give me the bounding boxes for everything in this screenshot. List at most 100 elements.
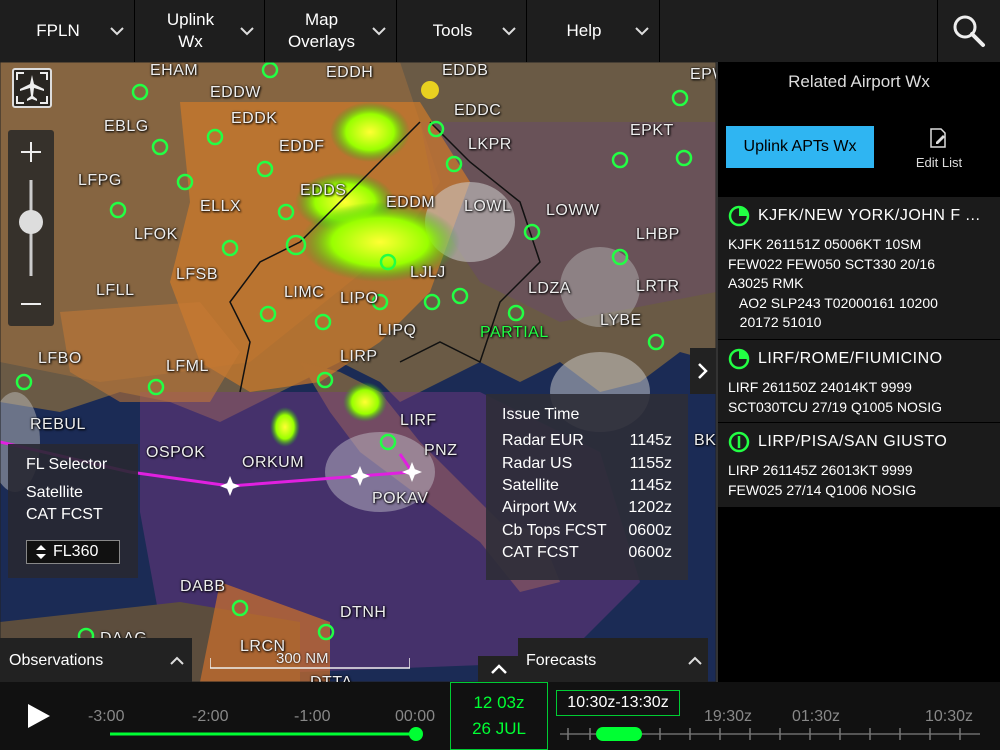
map-airport-label: LYBE: [600, 312, 642, 329]
forecasts-label: Forecasts: [526, 652, 597, 669]
airplane-icon: [16, 72, 48, 104]
map-airport-label: ORKUM: [242, 454, 305, 471]
map-airport-label: LIRF: [400, 412, 437, 429]
map-airport-label: LFLL: [96, 282, 135, 299]
timeline-tick: -1:00: [294, 708, 331, 725]
zoom-slider[interactable]: [8, 174, 54, 282]
weather-map[interactable]: EHAM EDDH EDDB EPWA EDDW EDDK EBLG EDDF …: [0, 62, 716, 682]
airport-metar: LIRF 261150Z 24014KT 9999 SCT030TCU 27/1…: [728, 379, 942, 415]
menu-uplink-wx[interactable]: Uplink Wx: [135, 0, 265, 62]
menu-map-overlays-label: Map Overlays: [287, 10, 356, 51]
partial-label: PARTIAL: [480, 324, 549, 341]
plus-icon: [21, 142, 41, 162]
current-date: 26 JUL: [472, 719, 526, 738]
scale-bar: 300 NM: [209, 650, 411, 674]
observations-panel-toggle[interactable]: Observations: [0, 638, 192, 682]
map-airport-label: EPWA: [690, 66, 716, 83]
observations-label: Observations: [9, 652, 104, 669]
airport-wx-card[interactable]: LIRP/PISA/SAN GIUSTO LIRP 261145Z 26013K…: [718, 422, 1000, 507]
menu-tools[interactable]: Tools: [397, 0, 527, 62]
airport-name: LIRP/PISA/SAN GIUSTO: [758, 433, 948, 450]
flight-level-select[interactable]: FL360: [26, 540, 120, 564]
issue-time-row: Radar US 1155z: [502, 455, 672, 472]
edit-icon: [930, 128, 946, 148]
map-airport-label: EBLG: [104, 118, 149, 135]
expand-bottom-button[interactable]: [478, 656, 520, 682]
fl-selector-panel: FL Selector Satellite CAT FCST FL360: [8, 444, 138, 578]
zoom-out-button[interactable]: [8, 282, 54, 326]
issue-time-panel: Issue Time Radar EUR 1145z Radar US 1155z …: [486, 394, 688, 580]
forecasts-panel-toggle[interactable]: Forecasts: [518, 638, 708, 682]
timeline-tick: -2:00: [192, 708, 229, 725]
current-time-display[interactable]: 12 03z 26 JUL: [450, 682, 548, 750]
fl-selector-title: FL Selector: [26, 456, 108, 473]
search-button[interactable]: [937, 0, 1000, 62]
forecast-time-slider[interactable]: [560, 722, 990, 746]
map-airport-label: EDDK: [231, 110, 278, 127]
chevron-up-icon: [688, 656, 702, 665]
map-airport-label: LKPR: [468, 136, 512, 153]
map-airport-label: REBUL: [30, 416, 86, 433]
current-time: 12 03z: [473, 693, 525, 712]
airport-wx-card[interactable]: LIRF/ROME/FIUMICINO LIRF 261150Z 24014KT…: [718, 339, 1000, 422]
wx-condition-icon: [728, 205, 750, 227]
map-airport-label: EDDB: [442, 62, 489, 79]
map-airport-label: EDDW: [210, 84, 261, 101]
uplink-apts-wx-button[interactable]: Uplink APTs Wx: [726, 126, 874, 168]
zoom-control: [8, 130, 54, 326]
menu-help[interactable]: Help: [527, 0, 660, 62]
map-airport-label: ELLX: [200, 198, 242, 215]
edit-list-button[interactable]: Edit List: [904, 126, 974, 170]
menu-fpln-label: FPLN: [36, 21, 80, 40]
map-airport-label: EPKT: [630, 122, 674, 139]
timeline-tick: 00:00: [395, 708, 436, 725]
edit-list-label: Edit List: [915, 155, 963, 170]
chevron-down-icon: [635, 27, 649, 36]
play-button[interactable]: [0, 682, 76, 750]
fl-selector-layer: Satellite: [26, 484, 83, 501]
airport-metar: LIRP 261145Z 26013KT 9999 FEW025 27/14 Q…: [728, 462, 917, 498]
map-airport-label: DTNH: [340, 604, 387, 621]
map-airport-label: EDDM: [386, 194, 436, 211]
map-airport-label: LFBO: [38, 350, 82, 367]
map-airport-label: EDDC: [454, 102, 502, 119]
issue-time-title: Issue Time: [502, 406, 580, 423]
map-airport-label: LFOK: [134, 226, 178, 243]
wx-condition-icon: [728, 348, 750, 370]
map-airport-label: LRTR: [636, 278, 680, 295]
flight-level-value: FL360: [53, 543, 99, 560]
zoom-in-button[interactable]: [8, 130, 54, 174]
airport-wx-card[interactable]: KJFK/NEW YORK/JOHN F ... KJFK 261151Z 05…: [718, 196, 1000, 339]
map-airport-label: BKPR: [694, 432, 716, 449]
center-aircraft-button[interactable]: [12, 68, 52, 108]
map-airport-label: POKAV: [372, 490, 429, 507]
map-airport-label: DABB: [180, 578, 226, 595]
issue-time-row: Cb Tops FCST 0600z: [502, 522, 672, 539]
menu-help-label: Help: [566, 21, 602, 40]
menu-fpln[interactable]: FPLN: [0, 0, 135, 62]
chevron-right-icon: [698, 363, 708, 379]
timeline-bar: -3:00 -2:00 -1:00 00:00 12 03z 26 JUL 10…: [0, 682, 1000, 750]
map-airport-label: LOWW: [546, 202, 600, 219]
chevron-down-icon: [110, 27, 124, 36]
scale-label: 300 NM: [276, 650, 329, 667]
map-airport-label: LHBP: [636, 226, 680, 243]
map-airport-label: LDZA: [528, 280, 571, 297]
issue-time-row: CAT FCST 0600z: [502, 544, 672, 561]
menu-uplink-wx-label: Uplink Wx: [166, 10, 215, 51]
related-airport-wx-panel: Related Airport Wx Uplink APTs Wx Edit L…: [716, 62, 1000, 682]
sort-arrows-icon: [36, 545, 46, 559]
chevron-up-icon: [491, 664, 507, 674]
airport-wx-header: KJFK/NEW YORK/JOHN F ...: [728, 205, 980, 227]
map-airport-label: PNZ: [424, 442, 458, 459]
menu-map-overlays[interactable]: Map Overlays: [265, 0, 397, 62]
past-time-slider[interactable]: [106, 726, 430, 742]
search-icon: [953, 15, 985, 47]
minus-icon: [21, 303, 41, 305]
chevron-down-icon: [240, 27, 254, 36]
chevron-down-icon: [502, 27, 516, 36]
airport-wx-header: LIRP/PISA/SAN GIUSTO: [728, 431, 947, 453]
timeline-tick: -3:00: [88, 708, 125, 725]
expand-panel-button[interactable]: [690, 348, 716, 394]
map-airport-label: LFML: [166, 358, 209, 375]
